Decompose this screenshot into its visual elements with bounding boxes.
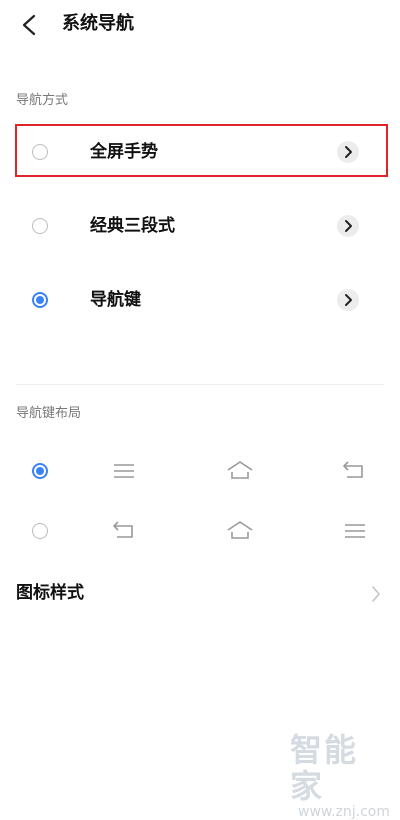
page-title: 系统导航 (62, 13, 134, 34)
nav-option-classic-three-key[interactable]: 经典三段式 (0, 196, 400, 256)
back-icon (343, 461, 363, 478)
radio-button-checked[interactable] (32, 292, 48, 308)
radio-button[interactable] (32, 523, 48, 539)
icon-style-label: 图标样式 (16, 583, 84, 603)
watermark: 智能家 www.znj.com (290, 732, 390, 820)
menu-icon (114, 464, 134, 478)
home-icon (227, 521, 253, 539)
highlight-box (15, 124, 388, 177)
icon-style-row[interactable]: 图标样式 (0, 572, 400, 616)
chevron-right-icon[interactable] (337, 215, 359, 237)
menu-icon (345, 524, 365, 538)
section-title-nav-key-layout: 导航键布局 (16, 406, 82, 421)
nav-key-layout-option-2[interactable] (0, 507, 400, 555)
radio-button[interactable] (32, 218, 48, 234)
chevron-left-icon (22, 14, 36, 36)
nav-option-nav-keys[interactable]: 导航键 (0, 270, 400, 330)
back-button[interactable] (14, 10, 44, 40)
home-icon (227, 461, 253, 479)
nav-key-layout-option-1[interactable] (0, 447, 400, 495)
nav-option-label: 导航键 (90, 290, 141, 310)
radio-button-checked[interactable] (32, 463, 48, 479)
watermark-brand: 智能家 (290, 731, 359, 805)
chevron-right-icon[interactable] (337, 289, 359, 311)
section-title-nav-method: 导航方式 (16, 93, 69, 108)
chevron-right-icon (372, 586, 380, 602)
watermark-url: www.znj.com (298, 804, 390, 820)
divider (16, 384, 384, 385)
nav-option-label: 经典三段式 (90, 216, 175, 236)
back-icon (113, 521, 133, 538)
